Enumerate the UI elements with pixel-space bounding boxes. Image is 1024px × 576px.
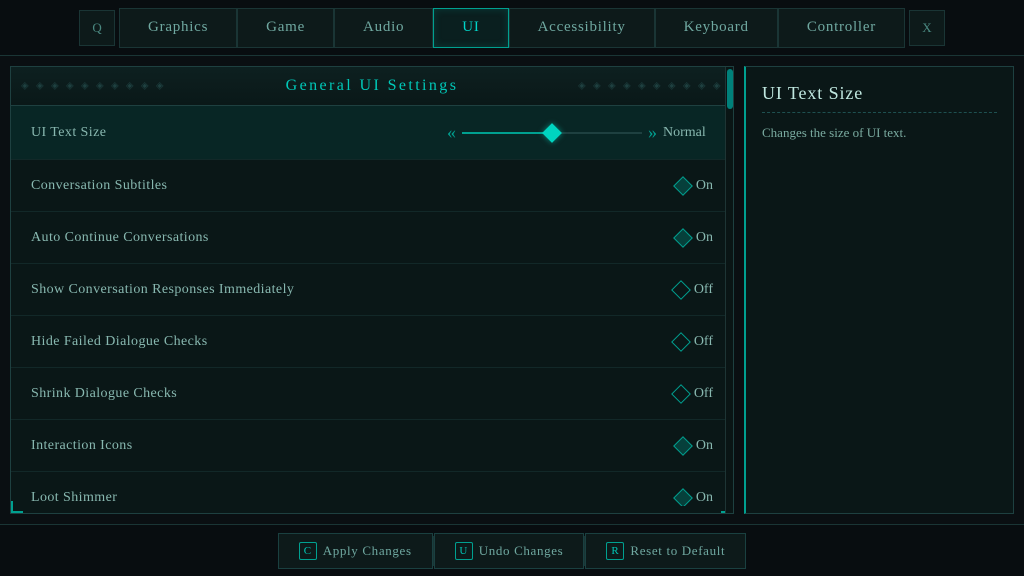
nav-tab-keyboard[interactable]: Keyboard	[655, 8, 778, 48]
nav-tab-graphics[interactable]: Graphics	[119, 8, 237, 48]
undo-label: Undo Changes	[479, 543, 564, 559]
bottom-bar: C Apply Changes U Undo Changes R Reset t…	[0, 524, 1024, 576]
toggle-control-interaction-icons[interactable]: On	[676, 438, 713, 454]
info-panel-title: UI Text Size	[762, 83, 997, 113]
settings-panel: General UI Settings UI Text Size « » Nor…	[10, 66, 734, 514]
scrollbar[interactable]	[725, 67, 733, 513]
toggle-value: On	[696, 178, 713, 194]
toggle-control-shrink-dialogue-checks[interactable]: Off	[674, 386, 713, 402]
slider-track	[462, 132, 642, 134]
slider-left-arrow[interactable]: «	[447, 122, 456, 143]
setting-row-interaction-icons[interactable]: Interaction Icons On	[11, 420, 733, 472]
settings-list[interactable]: UI Text Size « » Normal Conversation Sub…	[11, 106, 733, 506]
slider-right-arrow[interactable]: »	[648, 122, 657, 143]
reset-to-default-button[interactable]: R Reset to Default	[585, 533, 746, 569]
setting-control-loot-shimmer[interactable]: On	[676, 490, 713, 506]
toggle-control-auto-continue-conversations[interactable]: On	[676, 230, 713, 246]
setting-control-hide-failed-dialogue[interactable]: Off	[674, 334, 713, 350]
nav-right-corner[interactable]: X	[909, 10, 945, 46]
toggle-diamond	[673, 176, 693, 196]
settings-panel-title: General UI Settings	[286, 77, 459, 94]
apply-label: Apply Changes	[323, 543, 412, 559]
toggle-control-loot-shimmer[interactable]: On	[676, 490, 713, 506]
apply-changes-button[interactable]: C Apply Changes	[278, 533, 433, 569]
toggle-value: Off	[694, 386, 713, 402]
toggle-value: On	[696, 230, 713, 246]
undo-key: U	[455, 542, 473, 560]
nav-tab-game[interactable]: Game	[237, 8, 334, 48]
setting-label-conversation-subtitles: Conversation Subtitles	[31, 178, 167, 194]
reset-label: Reset to Default	[630, 543, 725, 559]
info-panel: UI Text Size Changes the size of UI text…	[744, 66, 1014, 514]
toggle-value: Off	[694, 282, 713, 298]
setting-control-auto-continue-conversations[interactable]: On	[676, 230, 713, 246]
setting-label-hide-failed-dialogue: Hide Failed Dialogue Checks	[31, 334, 208, 350]
setting-row-hide-failed-dialogue[interactable]: Hide Failed Dialogue Checks Off	[11, 316, 733, 368]
setting-control-interaction-icons[interactable]: On	[676, 438, 713, 454]
toggle-diamond	[671, 332, 691, 352]
toggle-control-conversation-subtitles[interactable]: On	[676, 178, 713, 194]
setting-label-shrink-dialogue-checks: Shrink Dialogue Checks	[31, 386, 177, 402]
nav-right-key: X	[922, 20, 931, 36]
scrollbar-thumb	[727, 69, 733, 109]
nav-left-key: Q	[92, 20, 101, 36]
toggle-diamond	[673, 436, 693, 456]
info-panel-description: Changes the size of UI text.	[762, 123, 997, 144]
slider-value: Normal	[663, 125, 713, 141]
toggle-control-hide-failed-dialogue[interactable]: Off	[674, 334, 713, 350]
nav-tab-controller[interactable]: Controller	[778, 8, 905, 48]
reset-key: R	[606, 542, 624, 560]
apply-key: C	[299, 542, 317, 560]
slider-thumb	[542, 123, 562, 143]
setting-row-ui-text-size[interactable]: UI Text Size « » Normal	[11, 106, 733, 160]
toggle-value: On	[696, 490, 713, 506]
setting-row-loot-shimmer[interactable]: Loot Shimmer On	[11, 472, 733, 506]
setting-row-show-conversation-responses[interactable]: Show Conversation Responses Immediately …	[11, 264, 733, 316]
setting-control-ui-text-size[interactable]: « » Normal	[447, 122, 713, 143]
nav-tabs-group: GraphicsGameAudioUIAccessibilityKeyboard…	[119, 8, 905, 48]
undo-changes-button[interactable]: U Undo Changes	[434, 533, 585, 569]
toggle-control-show-conversation-responses[interactable]: Off	[674, 282, 713, 298]
setting-control-show-conversation-responses[interactable]: Off	[674, 282, 713, 298]
setting-control-shrink-dialogue-checks[interactable]: Off	[674, 386, 713, 402]
setting-row-shrink-dialogue-checks[interactable]: Shrink Dialogue Checks Off	[11, 368, 733, 420]
toggle-diamond	[673, 488, 693, 506]
nav-tab-accessibility[interactable]: Accessibility	[509, 8, 655, 48]
nav-tab-audio[interactable]: Audio	[334, 8, 433, 48]
top-nav: Q GraphicsGameAudioUIAccessibilityKeyboa…	[0, 0, 1024, 56]
toggle-diamond	[671, 384, 691, 404]
setting-label-auto-continue-conversations: Auto Continue Conversations	[31, 230, 209, 246]
setting-row-auto-continue-conversations[interactable]: Auto Continue Conversations On	[11, 212, 733, 264]
setting-label-ui-text-size: UI Text Size	[31, 125, 106, 141]
setting-label-loot-shimmer: Loot Shimmer	[31, 490, 117, 506]
nav-tab-ui[interactable]: UI	[433, 8, 508, 48]
setting-row-conversation-subtitles[interactable]: Conversation Subtitles On	[11, 160, 733, 212]
toggle-value: On	[696, 438, 713, 454]
settings-panel-header: General UI Settings	[11, 67, 733, 106]
toggle-diamond	[671, 280, 691, 300]
setting-label-show-conversation-responses: Show Conversation Responses Immediately	[31, 282, 294, 298]
toggle-value: Off	[694, 334, 713, 350]
setting-label-interaction-icons: Interaction Icons	[31, 438, 133, 454]
nav-left-corner[interactable]: Q	[79, 10, 115, 46]
setting-control-conversation-subtitles[interactable]: On	[676, 178, 713, 194]
slider-control[interactable]: « » Normal	[447, 122, 713, 143]
slider-fill	[462, 132, 552, 134]
toggle-diamond	[673, 228, 693, 248]
main-content: General UI Settings UI Text Size « » Nor…	[0, 56, 1024, 524]
